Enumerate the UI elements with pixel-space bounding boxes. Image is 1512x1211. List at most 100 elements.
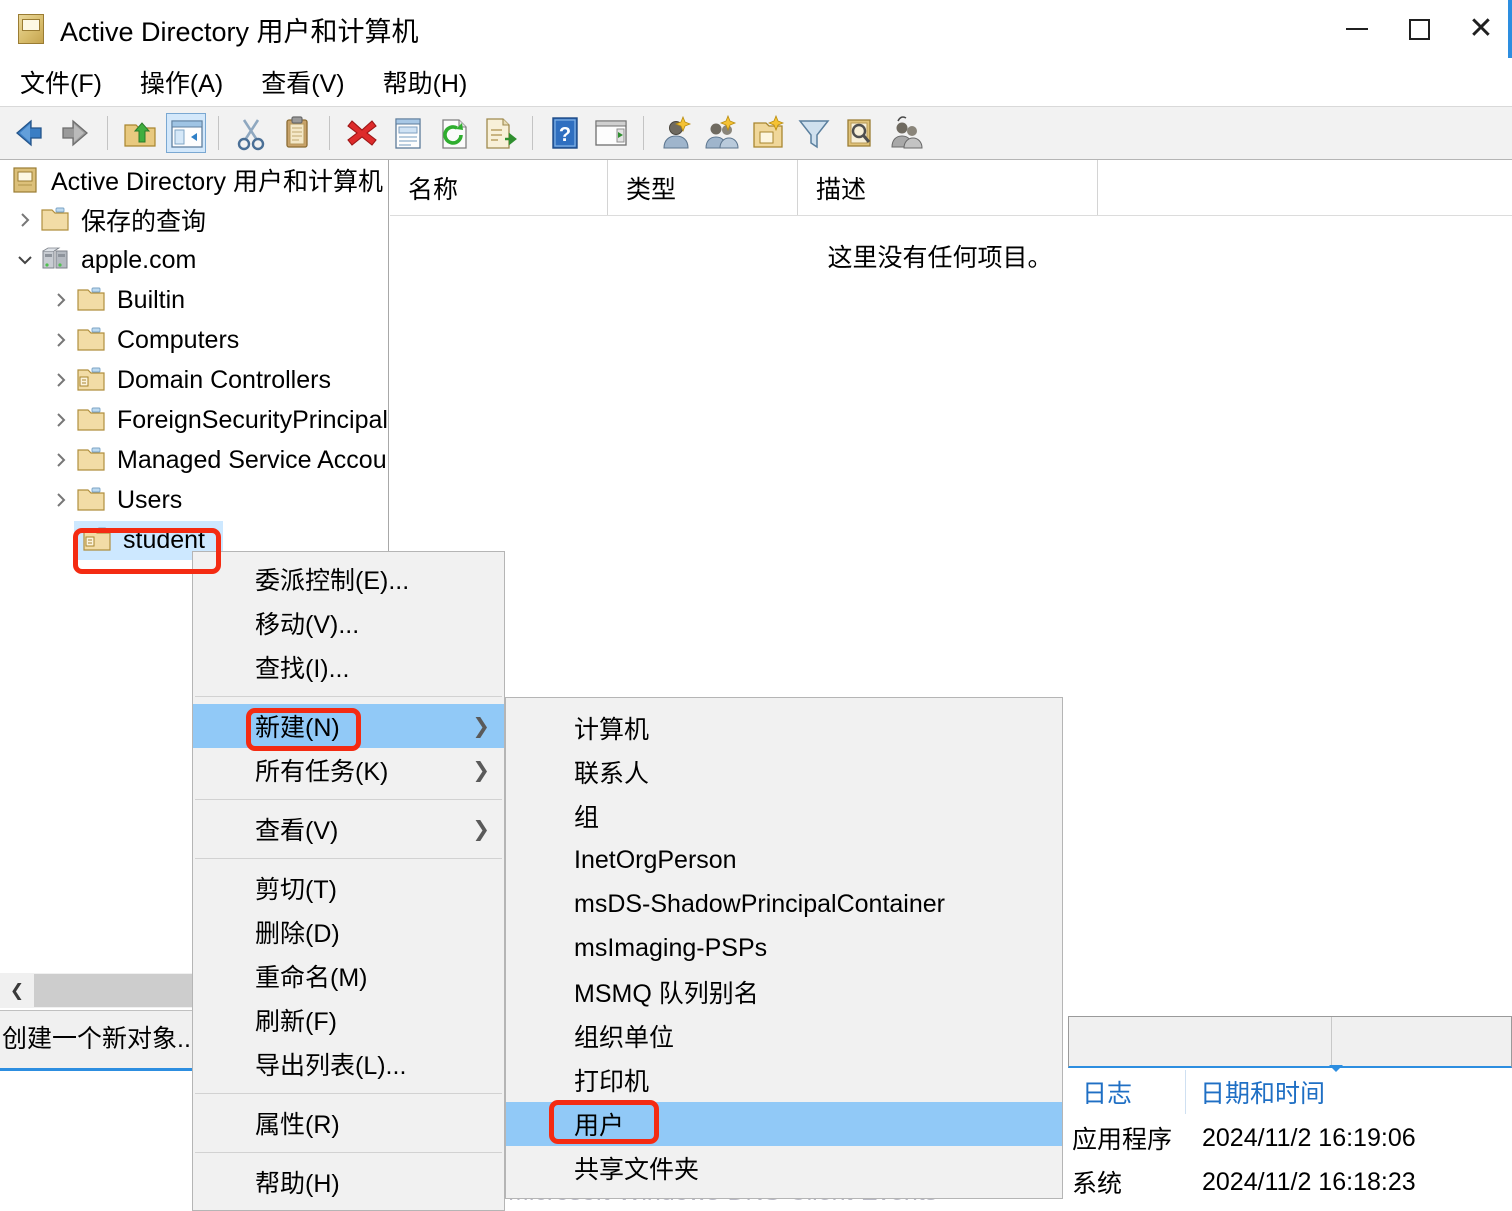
column-header-description[interactable]: 描述 — [798, 160, 1098, 215]
tree-item-users[interactable]: Users — [0, 480, 388, 520]
submenu-item-user[interactable]: 用户 — [506, 1102, 1062, 1146]
console-root-icon — [10, 166, 42, 194]
tree-item-domain-controllers[interactable]: Domain Controllers — [0, 360, 388, 400]
find-icon[interactable] — [840, 113, 880, 153]
context-menu-item-move[interactable]: 移动(V)... — [193, 601, 504, 645]
event-log-pane[interactable]: 日志 日期和时间 应用程序 2024/11/2 16:19:06 系统 2024… — [1040, 1008, 1512, 1206]
minimize-button[interactable] — [1326, 0, 1388, 58]
chevron-down-icon[interactable] — [12, 247, 38, 273]
new-user-icon[interactable] — [656, 113, 696, 153]
chevron-right-icon: ❯ — [472, 758, 490, 782]
event-toolbar-divider — [1331, 1017, 1332, 1065]
chevron-right-icon[interactable] — [48, 487, 74, 513]
cut-icon[interactable] — [231, 113, 271, 153]
context-menu-item-delete[interactable]: 删除(D) — [193, 910, 504, 954]
submenu-item-printer[interactable]: 打印机 — [506, 1058, 1062, 1102]
chevron-right-icon: ❯ — [472, 817, 490, 841]
submenu-item-msds-shadowprincipalcontainer[interactable]: msDS-ShadowPrincipalContainer — [506, 882, 1062, 926]
refresh-icon[interactable] — [434, 113, 474, 153]
toolbar-separator — [532, 116, 533, 150]
menu-view[interactable]: 查看(V) — [257, 62, 348, 102]
submenu-item-inetorgperson[interactable]: InetOrgPerson — [506, 838, 1062, 882]
submenu-item-shared-folder[interactable]: 共享文件夹 — [506, 1146, 1062, 1190]
toolbar-separator — [329, 116, 330, 150]
toolbar-separator — [643, 116, 644, 150]
context-menu-item-refresh[interactable]: 刷新(F) — [193, 998, 504, 1042]
context-menu[interactable]: 委派控制(E)... 移动(V)... 查找(I)... 新建(N) ❯ 所有任… — [192, 551, 505, 1211]
event-log-row[interactable]: 应用程序 2024/11/2 16:19:06 — [1072, 1116, 1416, 1160]
properties-icon[interactable] — [388, 113, 428, 153]
help-icon[interactable]: ? — [545, 113, 585, 153]
bottom-left-fill — [0, 1071, 193, 1206]
submenu-item-msimaging-psps[interactable]: msImaging-PSPs — [506, 926, 1062, 970]
event-log-column-headers: 日志 日期和时间 — [1068, 1070, 1512, 1114]
tree-item-saved-queries[interactable]: 保存的查询 — [0, 200, 388, 240]
menu-action[interactable]: 操作(A) — [136, 62, 227, 102]
filter-icon[interactable] — [794, 113, 834, 153]
menu-help[interactable]: 帮助(H) — [379, 62, 472, 102]
scroll-left-button[interactable]: ❮ — [0, 974, 34, 1007]
chevron-right-icon[interactable] — [48, 447, 74, 473]
submenu-item-group[interactable]: 组 — [506, 794, 1062, 838]
event-log-datetime: 2024/11/2 16:18:23 — [1202, 1167, 1416, 1196]
context-menu-item-rename[interactable]: 重命名(M) — [193, 954, 504, 998]
show-hide-console-tree-icon[interactable] — [166, 113, 206, 153]
chevron-right-icon[interactable] — [48, 327, 74, 353]
column-header-datetime[interactable]: 日期和时间 — [1186, 1070, 1466, 1114]
context-menu-item-view[interactable]: 查看(V) ❯ — [193, 807, 504, 851]
show-hide-action-pane-icon[interactable] — [591, 113, 631, 153]
tree-item-builtin[interactable]: Builtin — [0, 280, 388, 320]
column-header-name[interactable]: 名称 — [390, 160, 608, 215]
event-log-toolbar — [1068, 1016, 1512, 1068]
menu-file[interactable]: 文件(F) — [16, 62, 106, 102]
export-list-icon[interactable] — [480, 113, 520, 153]
tree-item-label: Managed Service Accounts — [117, 445, 388, 474]
context-menu-item-cut[interactable]: 剪切(T) — [193, 866, 504, 910]
chevron-right-icon[interactable] — [48, 407, 74, 433]
delete-icon[interactable] — [342, 113, 382, 153]
forward-icon[interactable] — [55, 113, 95, 153]
delegate-icon[interactable] — [886, 113, 926, 153]
context-menu-separator — [195, 1152, 502, 1153]
tree-item-apple-com[interactable]: apple.com — [0, 240, 388, 280]
context-menu-item-delegate-control[interactable]: 委派控制(E)... — [193, 557, 504, 601]
close-button[interactable]: ✕ — [1450, 0, 1512, 58]
context-menu-item-find[interactable]: 查找(I)... — [193, 645, 504, 689]
maximize-button[interactable] — [1388, 0, 1450, 58]
title-bar: Active Directory 用户和计算机 ✕ — [0, 0, 1512, 58]
up-one-level-icon[interactable] — [120, 113, 160, 153]
context-menu-separator — [195, 858, 502, 859]
tree-item-label: Builtin — [117, 285, 186, 314]
context-menu-item-help[interactable]: 帮助(H) — [193, 1160, 504, 1204]
tree-item-foreignsecurityprincipals[interactable]: ForeignSecurityPrincipals — [0, 400, 388, 440]
list-column-headers: 名称 类型 描述 — [390, 160, 1512, 216]
context-menu-item-label: 查看(V) — [255, 817, 339, 845]
submenu-item-organizational-unit[interactable]: 组织单位 — [506, 1014, 1062, 1058]
tree-item-root[interactable]: Active Directory 用户和计算机 — [0, 160, 388, 200]
context-menu-item-new[interactable]: 新建(N) ❯ — [193, 704, 504, 748]
tree-item-managed-service-accounts[interactable]: Managed Service Accounts — [0, 440, 388, 480]
chevron-right-icon[interactable] — [12, 207, 38, 233]
folder-icon — [76, 406, 108, 434]
paste-icon[interactable] — [277, 113, 317, 153]
context-menu-item-all-tasks[interactable]: 所有任务(K) ❯ — [193, 748, 504, 792]
back-icon[interactable] — [9, 113, 49, 153]
submenu-item-contact[interactable]: 联系人 — [506, 750, 1062, 794]
context-menu-item-properties[interactable]: 属性(R) — [193, 1101, 504, 1145]
tree-item-computers[interactable]: Computers — [0, 320, 388, 360]
new-group-icon[interactable] — [702, 113, 742, 153]
chevron-right-icon[interactable] — [48, 367, 74, 393]
new-ou-icon[interactable] — [748, 113, 788, 153]
submenu-item-msmq-queue-alias[interactable]: MSMQ 队列别名 — [506, 970, 1062, 1014]
context-menu-item-export-list[interactable]: 导出列表(L)... — [193, 1042, 504, 1086]
tree-item-label: ForeignSecurityPrincipals — [117, 405, 389, 434]
submenu-item-computer[interactable]: 计算机 — [506, 706, 1062, 750]
new-object-submenu[interactable]: 计算机 联系人 组 InetOrgPerson msDS-ShadowPrinc… — [505, 697, 1063, 1199]
column-header-type[interactable]: 类型 — [608, 160, 798, 215]
column-header-spare[interactable] — [1098, 160, 1510, 215]
event-log-row[interactable]: 系统 2024/11/2 16:18:23 — [1072, 1160, 1416, 1204]
ou-folder-icon — [82, 526, 114, 554]
ou-folder-icon — [76, 366, 108, 394]
column-header-log[interactable]: 日志 — [1068, 1070, 1186, 1114]
chevron-right-icon[interactable] — [48, 287, 74, 313]
